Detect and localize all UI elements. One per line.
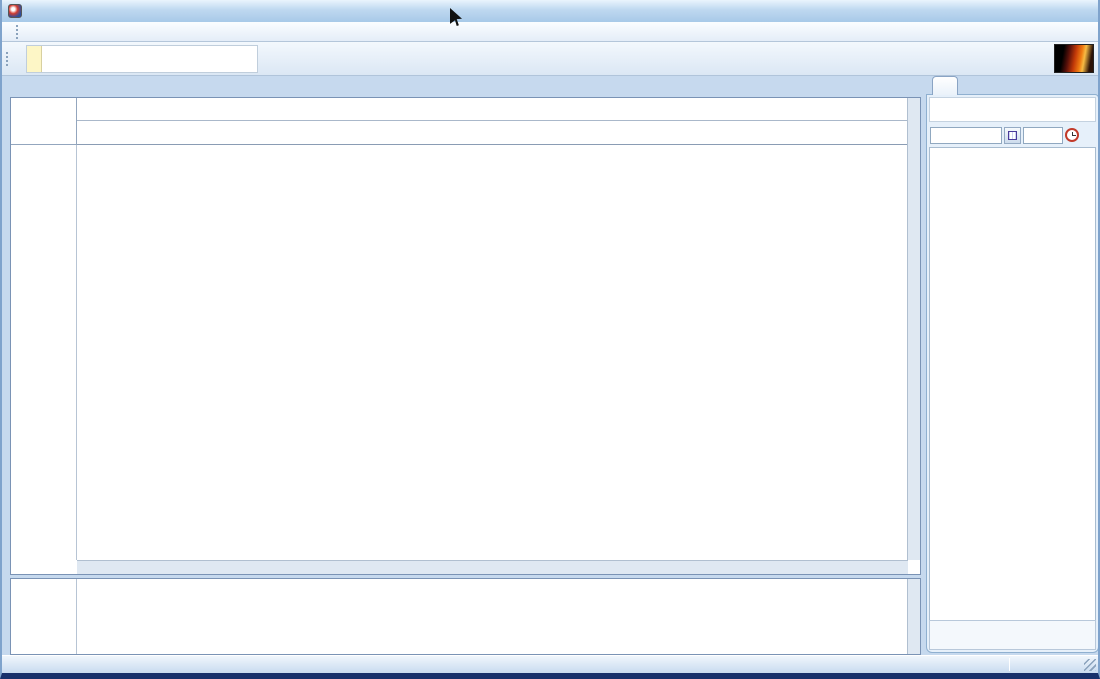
status-divider [1009, 658, 1010, 671]
free-beds-summary [929, 620, 1096, 650]
free-beds-table [929, 147, 1096, 629]
companion-vertical-scrollbar[interactable] [907, 579, 920, 654]
calendar-icon[interactable] [1004, 127, 1021, 144]
notice-user-label [27, 46, 42, 72]
gantt-horizontal-scrollbar[interactable] [77, 560, 908, 574]
time-input[interactable] [1023, 127, 1063, 144]
week-header [77, 98, 908, 120]
bed-gutter [11, 145, 77, 560]
companion-panel [10, 578, 921, 655]
gantt-chart[interactable] [77, 145, 908, 560]
free-beds-date-row [929, 125, 1096, 145]
toolbar-grip-icon [6, 52, 10, 66]
gantt-vertical-scrollbar[interactable] [907, 98, 920, 560]
toolbar [2, 42, 1098, 76]
brand-logo [1054, 44, 1094, 73]
day-header [77, 120, 908, 145]
clock-icon[interactable] [1065, 128, 1079, 142]
title-bar[interactable] [2, 0, 1098, 22]
app-icon [8, 4, 22, 18]
resize-grip[interactable] [1084, 659, 1096, 671]
notice-box [26, 45, 258, 73]
gantt-corner-info [11, 98, 77, 145]
free-beds-toolbar [929, 97, 1096, 122]
companion-gutter [11, 579, 77, 654]
free-beds-panel [926, 94, 1099, 653]
app-window [0, 0, 1100, 679]
companion-chart[interactable] [77, 579, 908, 654]
gantt-panel [10, 97, 921, 575]
tab-lits-libres[interactable] [932, 76, 958, 95]
menu-grip-icon [16, 25, 20, 39]
status-bar [2, 655, 1098, 673]
notice-message [42, 46, 54, 72]
menu-bar [2, 22, 1098, 42]
date-input[interactable] [930, 127, 1002, 144]
